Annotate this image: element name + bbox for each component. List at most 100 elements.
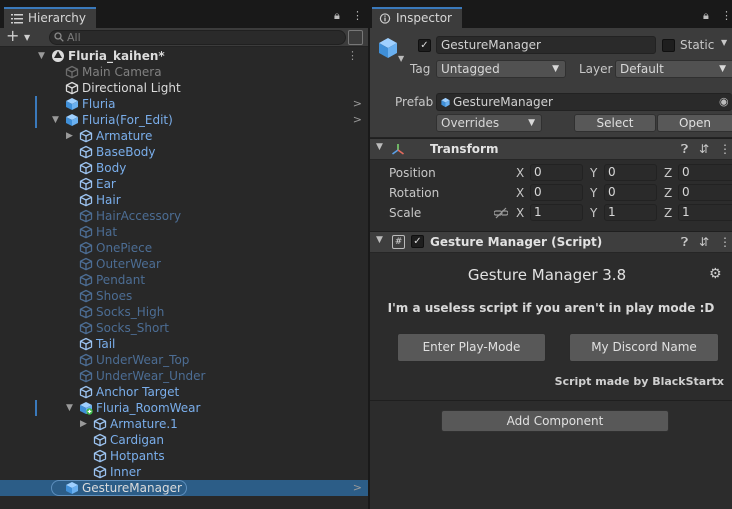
search-input[interactable]: All: [49, 30, 346, 45]
hierarchy-row[interactable]: Socks_Short: [0, 320, 368, 336]
fold-arrow[interactable]: ▶: [66, 128, 73, 144]
open-button[interactable]: Open: [657, 114, 732, 132]
scale-z-field[interactable]: 1: [678, 204, 732, 221]
transform-title: Transform: [430, 142, 499, 156]
discord-name-button[interactable]: My Discord Name: [569, 333, 719, 362]
prefab-cube-icon: [66, 98, 78, 110]
position-label: Position: [389, 166, 436, 180]
lock-icon[interactable]: 🔒︎: [703, 9, 709, 23]
hierarchy-row[interactable]: OuterWear: [0, 256, 368, 272]
hierarchy-row[interactable]: Hair: [0, 192, 368, 208]
rotation-y-field[interactable]: 0: [604, 184, 657, 201]
tag-label: Tag: [410, 62, 431, 76]
rotation-x-field[interactable]: 0: [530, 184, 583, 201]
hierarchy-row[interactable]: BaseBody: [0, 144, 368, 160]
hierarchy-row[interactable]: Inner: [0, 464, 368, 480]
help-icon[interactable]: ❓︎: [681, 235, 688, 250]
fold-arrow[interactable]: ▼: [38, 48, 45, 64]
gameobject-cube-icon: [79, 273, 93, 287]
hierarchy-row[interactable]: OnePiece: [0, 240, 368, 256]
position-z-field[interactable]: 0: [678, 164, 732, 181]
gear-icon[interactable]: ⚙: [709, 266, 722, 282]
transform-header[interactable]: ▼ Transform ❓︎ ⇵ ⋮: [370, 138, 732, 160]
presets-icon[interactable]: ⇵: [699, 235, 709, 249]
lock-icon[interactable]: 🔒︎: [334, 9, 340, 23]
hierarchy-row[interactable]: ▼ Fluria_RoomWear: [0, 400, 368, 416]
layer-dropdown[interactable]: Default ▼: [615, 60, 732, 78]
hierarchy-row[interactable]: Pendant: [0, 272, 368, 288]
hierarchy-row[interactable]: Body: [0, 160, 368, 176]
hierarchy-row[interactable]: Ear: [0, 176, 368, 192]
prefab-cube-icon: [66, 114, 78, 126]
scene-menu-icon[interactable]: ⋮: [347, 48, 358, 64]
script-enabled-checkbox[interactable]: ✓: [411, 235, 424, 248]
search-by-type-icon[interactable]: [348, 30, 363, 45]
scene-row[interactable]: ▼ Fluria_kaihen* ⋮: [0, 48, 368, 64]
fold-arrow[interactable]: ▼: [66, 400, 73, 416]
constrain-proportions-icon[interactable]: [494, 207, 508, 219]
hierarchy-row[interactable]: Fluria >: [0, 96, 368, 112]
fold-arrow[interactable]: ▶: [80, 416, 87, 432]
fold-arrow[interactable]: ▼: [376, 235, 383, 245]
static-dropdown-icon[interactable]: ▼: [721, 38, 727, 47]
hierarchy-row[interactable]: UnderWear_Top: [0, 352, 368, 368]
static-checkbox[interactable]: [662, 39, 675, 52]
hierarchy-row[interactable]: Socks_High: [0, 304, 368, 320]
active-checkbox[interactable]: ✓: [418, 39, 431, 52]
overrides-dropdown[interactable]: Overrides ▼: [436, 114, 542, 132]
select-button[interactable]: Select: [574, 114, 656, 132]
add-icon[interactable]: +: [6, 26, 19, 45]
enter-play-mode-button[interactable]: Enter Play-Mode: [397, 333, 546, 362]
kebab-menu-icon[interactable]: ⋮: [352, 9, 363, 22]
position-y-field[interactable]: 0: [604, 164, 657, 181]
gameobject-cube-icon: [79, 385, 93, 399]
row-label: UnderWear_Under: [96, 369, 206, 383]
hierarchy-row[interactable]: ▼ Fluria(For_Edit) >: [0, 112, 368, 128]
tab-hierarchy[interactable]: Hierarchy: [4, 7, 97, 28]
hierarchy-row[interactable]: Hotpants: [0, 448, 368, 464]
hierarchy-row[interactable]: Anchor Target: [0, 384, 368, 400]
rotation-z-field[interactable]: 0: [678, 184, 732, 201]
overrides-label: Overrides: [441, 116, 500, 130]
hierarchy-row[interactable]: GestureManager >: [0, 480, 368, 496]
chevron-right-icon[interactable]: >: [353, 112, 362, 128]
tab-inspector[interactable]: Inspector: [372, 7, 462, 28]
gameobject-cube-icon: [93, 417, 107, 431]
hierarchy-row[interactable]: Tail: [0, 336, 368, 352]
hierarchy-row[interactable]: Hat: [0, 224, 368, 240]
chevron-right-icon[interactable]: >: [353, 480, 362, 496]
fold-arrow[interactable]: ▼: [52, 112, 59, 128]
kebab-menu-icon[interactable]: ⋮: [719, 235, 731, 249]
add-component-button[interactable]: Add Component: [441, 410, 669, 432]
position-x-field[interactable]: 0: [530, 164, 583, 181]
hierarchy-row[interactable]: Directional Light: [0, 80, 368, 96]
prefab-field[interactable]: GestureManager ◉: [436, 93, 732, 111]
gesture-manager-header[interactable]: ▼ # ✓ Gesture Manager (Script) ❓︎ ⇵ ⋮: [370, 231, 732, 253]
object-picker-icon[interactable]: ◉: [719, 94, 729, 110]
layer-label: Layer: [579, 62, 613, 76]
hierarchy-row[interactable]: ▶ Armature: [0, 128, 368, 144]
chevron-right-icon[interactable]: >: [353, 96, 362, 112]
hierarchy-row[interactable]: Cardigan: [0, 432, 368, 448]
hierarchy-row[interactable]: HairAccessory: [0, 208, 368, 224]
presets-icon[interactable]: ⇵: [699, 142, 709, 156]
scale-axis-label: Y: [590, 206, 598, 220]
hierarchy-row[interactable]: Shoes: [0, 288, 368, 304]
gameobject-header: ▼ ✓ GestureManager Static ▼ Tag Untagged…: [370, 28, 732, 138]
tag-dropdown[interactable]: Untagged ▼: [436, 60, 566, 78]
hierarchy-row[interactable]: Main Camera: [0, 64, 368, 80]
tag-value: Untagged: [441, 62, 500, 76]
scale-x-field[interactable]: 1: [530, 204, 583, 221]
object-name-field[interactable]: GestureManager: [436, 36, 656, 54]
hierarchy-row[interactable]: ▶ Armature.1: [0, 416, 368, 432]
scale-y-field[interactable]: 1: [604, 204, 657, 221]
fold-arrow[interactable]: ▼: [376, 142, 383, 152]
help-icon[interactable]: ❓︎: [681, 142, 688, 157]
chevron-down-icon[interactable]: ▼: [24, 33, 30, 42]
gameobject-cube-icon: [79, 209, 93, 223]
kebab-menu-icon[interactable]: ⋮: [721, 9, 732, 22]
icon-dropdown-icon[interactable]: ▼: [398, 54, 404, 63]
kebab-menu-icon[interactable]: ⋮: [719, 142, 731, 156]
row-label: Hair: [96, 193, 121, 207]
hierarchy-row[interactable]: UnderWear_Under: [0, 368, 368, 384]
